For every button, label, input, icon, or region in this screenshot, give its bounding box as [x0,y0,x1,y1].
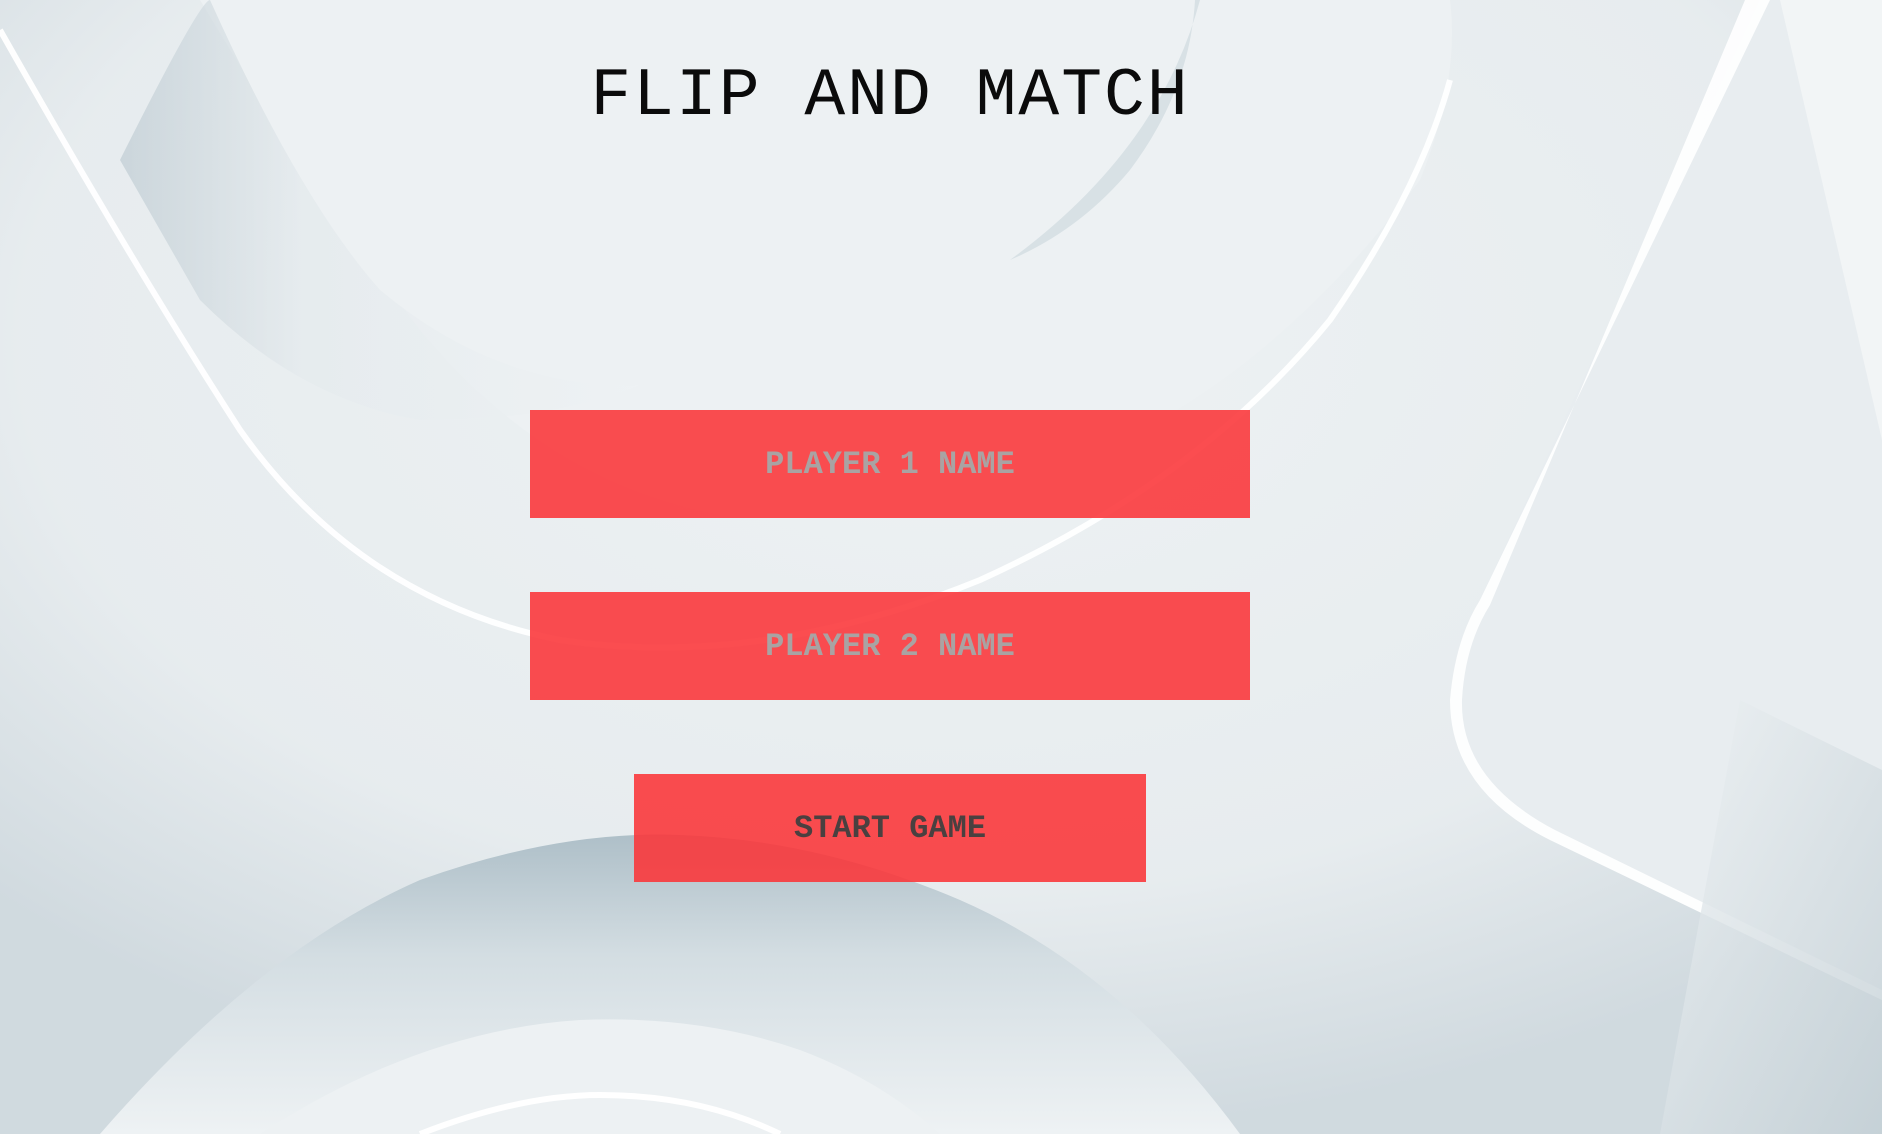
player-1-name-input[interactable] [530,410,1250,518]
player-2-name-input[interactable] [530,592,1250,700]
start-game-button[interactable]: START GAME [634,774,1146,882]
background-art [0,0,1882,1134]
game-screen: FLIP AND MATCH START GAME [0,0,1882,1134]
game-title: FLIP AND MATCH [590,58,1190,135]
